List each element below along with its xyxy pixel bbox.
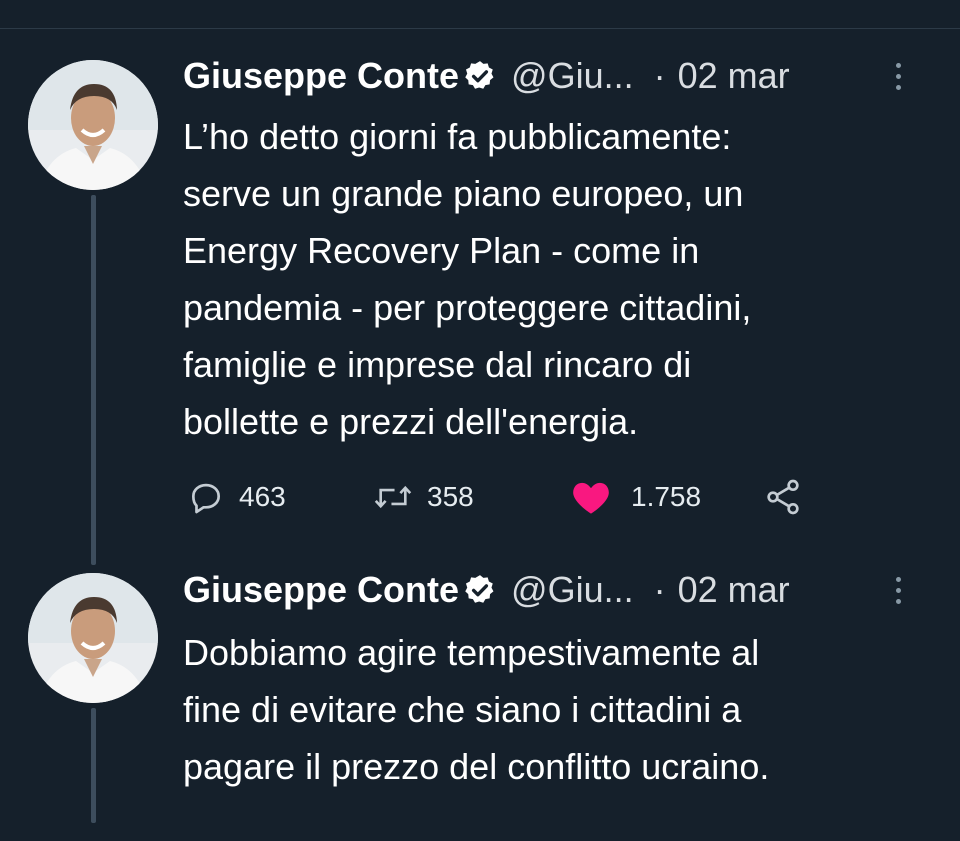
timeline-divider [0,28,960,29]
share-button[interactable] [763,472,803,522]
author-handle[interactable]: @Giu... [511,55,634,97]
retweet-button[interactable]: 358 [373,472,474,522]
heart-icon [571,478,611,516]
thread-connector-line [91,195,96,565]
tweet-actions: 463 358 1.758 [183,472,823,522]
author-handle[interactable]: @Giu... [511,569,634,611]
tweet-text: L’ho detto giorni fa pubblicamente: serv… [183,116,752,442]
tweet-header: Giuseppe Conte @Giu... · 02 mar [183,568,943,612]
more-options-icon[interactable] [891,54,905,98]
retweet-icon [373,478,413,516]
avatar[interactable] [28,60,158,190]
tweet-date[interactable]: 02 mar [678,569,790,611]
like-button[interactable]: 1.758 [571,472,701,522]
author-name[interactable]: Giuseppe Conte [183,569,459,611]
more-options-icon[interactable] [891,568,905,612]
verified-badge-icon [463,59,497,93]
tweet-text: Dobbiamo agire tempestivamente al fine d… [183,632,770,787]
author-name[interactable]: Giuseppe Conte [183,55,459,97]
reply-count: 463 [239,481,286,512]
reply-button[interactable]: 463 [187,472,286,522]
thread-connector-line [91,708,96,823]
tweet-header: Giuseppe Conte @Giu... · 02 mar [183,54,943,98]
avatar[interactable] [28,573,158,703]
header-separator: · [653,55,666,96]
verified-badge-icon [463,573,497,607]
header-separator: · [653,569,666,610]
share-icon [763,477,803,517]
tweet-date[interactable]: 02 mar [678,55,790,97]
like-count: 1.758 [631,481,702,512]
retweet-count: 358 [427,481,474,512]
reply-icon [187,478,225,516]
